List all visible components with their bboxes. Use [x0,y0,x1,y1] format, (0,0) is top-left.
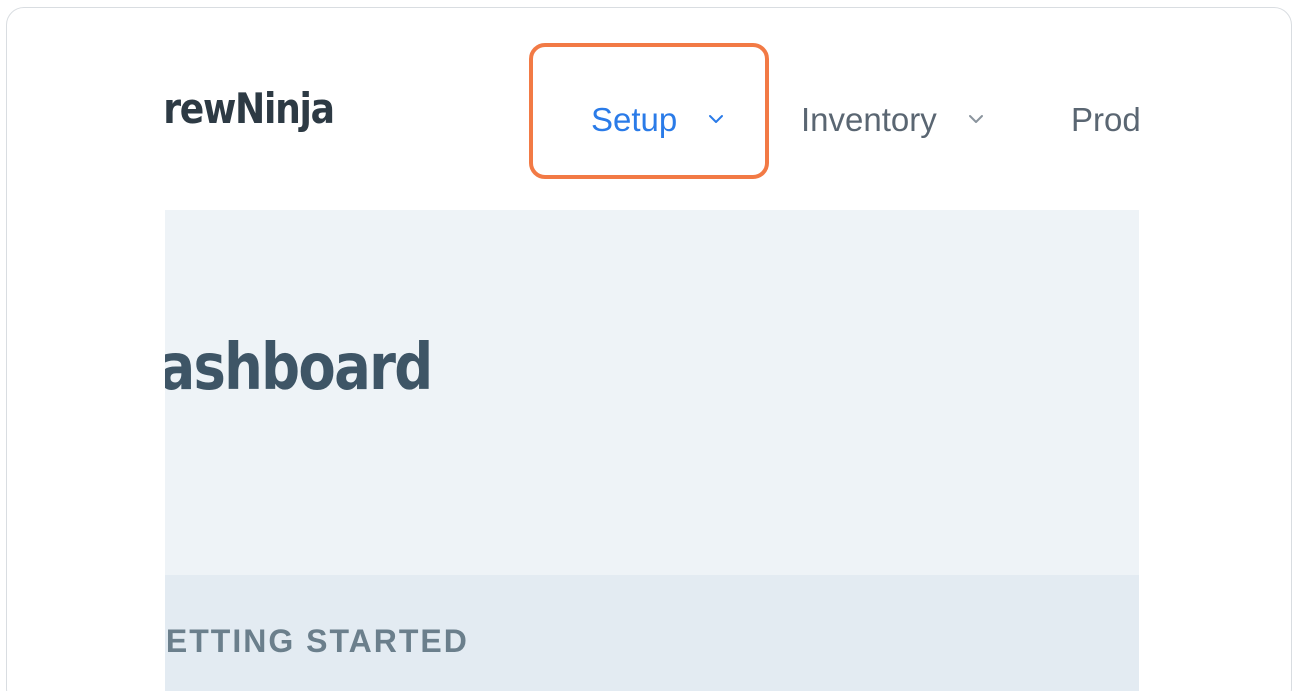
screenshot-frame: BrewNinja Setup Inventory Prod Dashboard… [6,7,1292,691]
nav-item-label: Prod [1071,100,1139,138]
page-title: Dashboard [165,331,433,405]
nav-item-setup[interactable]: Setup [591,100,724,136]
chevron-down-icon [709,115,724,124]
nav-item-label: Inventory [801,100,937,138]
hero-banner: Dashboard [165,210,1139,575]
app-viewport: BrewNinja Setup Inventory Prod Dashboard… [165,8,1139,691]
nav-item-label: Setup [591,100,678,138]
brand-logo[interactable]: BrewNinja [165,88,335,130]
getting-started-section: GETTING STARTED [165,575,1139,691]
chevron-down-icon [968,115,983,124]
nav-item-inventory[interactable]: Inventory [801,100,984,136]
section-heading: GETTING STARTED [165,623,469,659]
nav-item-prod[interactable]: Prod [1071,100,1139,136]
